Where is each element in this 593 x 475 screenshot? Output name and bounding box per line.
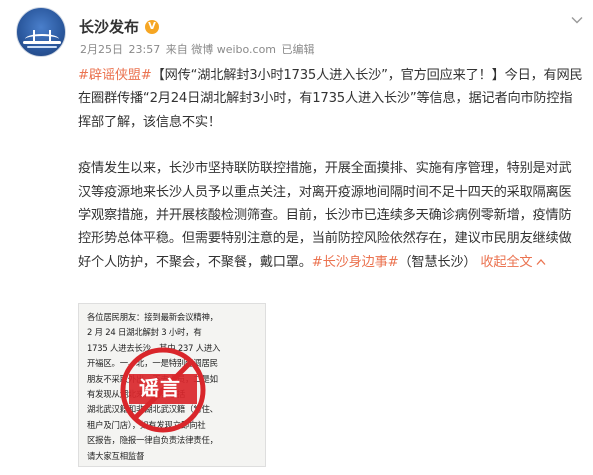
collapse-label: 收起全文 — [480, 254, 533, 270]
verified-badge-icon: V — [145, 19, 160, 34]
post-headline: 【网传“湖北解封3小时1735人进入长沙”，官方回应来了！】 — [151, 68, 505, 83]
post-suffix: （智慧长沙） — [398, 254, 477, 270]
chevron-down-icon[interactable] — [571, 14, 583, 26]
post-main-text: 疫情发生以来，长沙市坚持联防联控措施，开展全面摸排、实施有序管理，特别是对武汉等… — [78, 161, 572, 270]
post-meta: 2月25日 23:57 来自 微博 weibo.com 已编辑 — [80, 41, 317, 57]
post-date[interactable]: 2月25日 — [80, 43, 123, 56]
account-header: 长沙发布 V — [79, 16, 160, 37]
post-paragraph-1: #辟谣侠盟#【网传“湖北解封3小时1735人进入长沙”，官方回应来了！】今日，有… — [78, 64, 584, 134]
post-time[interactable]: 23:57 — [129, 43, 161, 56]
water-line — [23, 41, 61, 44]
account-name[interactable]: 长沙发布 — [79, 16, 139, 37]
post-body: #辟谣侠盟#【网传“湖北解封3小时1735人进入长沙”，官方回应来了！】今日，有… — [78, 64, 584, 274]
notice-line: 各位居民朋友：接到最新会议精神， — [87, 312, 218, 322]
water-line-2 — [27, 46, 57, 48]
attached-image[interactable]: 各位居民朋友：接到最新会议精神， 2 月 24 日湖北解封 3 小时，有 173… — [78, 303, 266, 467]
collapse-button[interactable]: 收起全文 — [480, 255, 546, 270]
notice-line: 请大家互相监督 — [87, 450, 145, 461]
rumor-stamp-text: 谣言 — [139, 376, 181, 400]
notice-line: 2 月 24 日湖北解封 3 小时，有 — [87, 327, 202, 338]
post-source: 来自 微博 weibo.com — [165, 43, 277, 56]
hashtag-link[interactable]: #辟谣侠盟# — [78, 68, 152, 83]
edited-label[interactable]: 已编辑 — [282, 43, 315, 56]
hashtag-link-2[interactable]: #长沙身边事# — [312, 255, 399, 270]
chevron-up-icon — [536, 258, 546, 265]
avatar[interactable] — [16, 7, 66, 57]
post-paragraph-2: 疫情发生以来，长沙市坚持联防联控措施，开展全面摸排、实施有序管理，特别是对武汉等… — [78, 157, 584, 274]
